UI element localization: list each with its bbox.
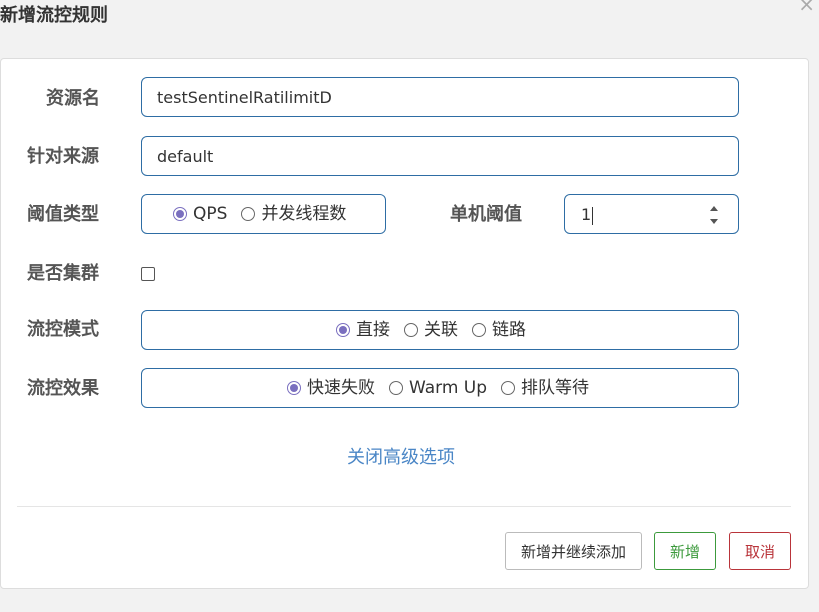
radio-unchecked-icon [389, 381, 403, 395]
number-spinner[interactable] [708, 206, 720, 224]
radio-qps-label: QPS [193, 204, 228, 224]
close-advanced-options-link[interactable]: 关闭高级选项 [347, 446, 455, 470]
text-caret [592, 206, 594, 225]
add-and-continue-button[interactable]: 新增并继续添加 [505, 532, 642, 570]
radio-chain[interactable]: 链路 [472, 320, 526, 340]
radio-qps[interactable]: QPS [173, 204, 227, 224]
radio-relate-label: 关联 [424, 320, 458, 340]
origin-input-box [141, 136, 739, 176]
origin-label: 针对来源 [27, 146, 99, 167]
radio-warm-up-label: Warm Up [409, 378, 488, 398]
radio-unchecked-icon [501, 381, 516, 395]
radio-unchecked-icon [241, 207, 256, 221]
control-mode-group: 直接 关联 链路 [141, 310, 739, 350]
resource-input[interactable] [142, 78, 738, 116]
radio-direct[interactable]: 直接 [336, 320, 390, 340]
radio-fast-fail[interactable]: 快速失败 [287, 378, 375, 398]
footer-divider [17, 506, 791, 507]
control-mode-label: 流控模式 [27, 319, 99, 340]
radio-direct-label: 直接 [356, 320, 390, 340]
single-threshold-value: 1 [581, 205, 592, 224]
radio-checked-icon [336, 323, 350, 337]
cluster-label: 是否集群 [27, 263, 99, 284]
radio-unchecked-icon [404, 323, 418, 337]
radio-fast-fail-label: 快速失败 [307, 378, 375, 398]
radio-concurrent-threads[interactable]: 并发线程数 [241, 204, 346, 224]
radio-chain-label: 链路 [492, 320, 526, 340]
threshold-type-group: QPS 并发线程数 [141, 194, 386, 234]
resource-label: 资源名 [46, 88, 100, 109]
spinner-up-icon[interactable] [710, 206, 718, 211]
radio-unchecked-icon [472, 323, 486, 337]
radio-warm-up[interactable]: Warm Up [389, 378, 487, 398]
radio-concurrent-threads-label: 并发线程数 [261, 204, 347, 224]
radio-queue[interactable]: 排队等待 [501, 378, 589, 398]
resource-input-box [141, 77, 739, 117]
radio-relate[interactable]: 关联 [404, 320, 458, 340]
control-effect-label: 流控效果 [27, 378, 99, 399]
control-effect-group: 快速失败 Warm Up 排队等待 [141, 368, 739, 408]
cluster-checkbox[interactable] [141, 267, 155, 281]
radio-checked-icon [173, 207, 187, 221]
dialog-title: 新增流控规则 [0, 5, 108, 26]
threshold-type-label: 阈值类型 [27, 204, 99, 225]
add-button[interactable]: 新增 [654, 532, 716, 570]
radio-checked-icon [287, 381, 301, 395]
close-icon[interactable]: × [798, 0, 815, 14]
cancel-button[interactable]: 取消 [729, 532, 791, 570]
single-threshold-label: 单机阈值 [450, 204, 522, 225]
radio-queue-label: 排队等待 [521, 378, 590, 398]
spinner-down-icon[interactable] [710, 219, 718, 224]
single-threshold-input[interactable]: 1 [564, 194, 739, 234]
origin-input[interactable] [142, 137, 738, 175]
